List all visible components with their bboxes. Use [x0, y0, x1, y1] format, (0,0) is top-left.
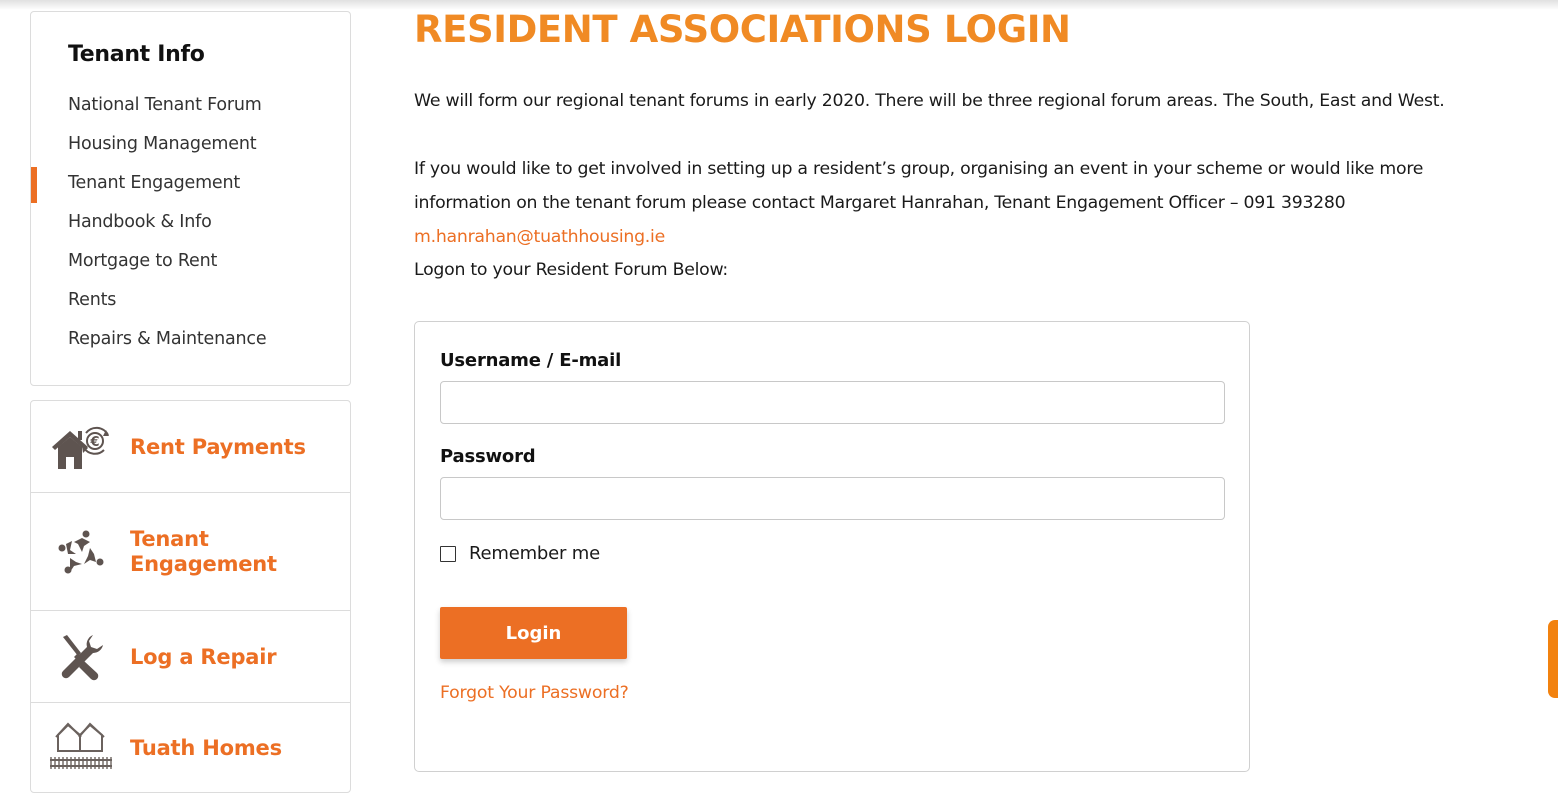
- quick-link-label-line1: Tenant: [130, 527, 209, 551]
- nav-item-repairs-maintenance[interactable]: Repairs & Maintenance: [31, 324, 350, 363]
- contact-text: If you would like to get involved in set…: [414, 159, 1424, 213]
- nav-title: Tenant Info: [68, 42, 205, 67]
- username-input[interactable]: [440, 381, 1225, 424]
- quick-link-tenant-engagement[interactable]: Tenant Engagement: [31, 493, 350, 611]
- house-euro-icon: €: [47, 419, 115, 475]
- quick-link-label: Tenant Engagement: [130, 527, 277, 577]
- password-label: Password: [440, 446, 536, 467]
- nav-item-national-tenant-forum[interactable]: National Tenant Forum: [31, 90, 350, 129]
- contact-paragraph: If you would like to get involved in set…: [414, 152, 1524, 254]
- header-shadow: [0, 0, 1558, 10]
- login-button[interactable]: Login: [440, 607, 627, 659]
- nav-item-rents[interactable]: Rents: [31, 285, 350, 324]
- nav-item-mortgage-to-rent[interactable]: Mortgage to Rent: [31, 246, 350, 285]
- nav-item-housing-management[interactable]: Housing Management: [31, 129, 350, 168]
- page-title: RESIDENT ASSOCIATIONS LOGIN: [414, 8, 1071, 51]
- username-label: Username / E-mail: [440, 350, 622, 371]
- quick-link-label-line2: Engagement: [130, 552, 277, 576]
- quick-link-rent-payments[interactable]: € Rent Payments: [31, 401, 350, 493]
- quick-link-log-a-repair[interactable]: Log a Repair: [31, 611, 350, 703]
- remember-me-toggle[interactable]: Remember me: [440, 543, 600, 564]
- quick-links: € Rent Payments Tenant Engagement Log a …: [30, 400, 351, 793]
- quick-link-label: Tuath Homes: [130, 736, 282, 760]
- houses-fence-icon: [47, 719, 115, 775]
- side-feedback-tab[interactable]: [1548, 620, 1558, 698]
- contact-email-link[interactable]: m.hanrahan@tuathhousing.ie: [414, 227, 665, 247]
- people-group-icon: [47, 524, 115, 580]
- quick-link-label: Rent Payments: [130, 435, 306, 459]
- wrench-screwdriver-icon: [47, 629, 115, 685]
- remember-me-label: Remember me: [469, 543, 600, 564]
- logon-prompt: Logon to your Resident Forum Below:: [414, 260, 728, 280]
- svg-text:€: €: [89, 435, 99, 450]
- nav-list: National Tenant Forum Housing Management…: [31, 90, 350, 363]
- tenant-info-nav: Tenant Info National Tenant Forum Housin…: [30, 11, 351, 386]
- nav-item-handbook-info[interactable]: Handbook & Info: [31, 207, 350, 246]
- forgot-password-link[interactable]: Forgot Your Password?: [440, 683, 629, 703]
- nav-item-tenant-engagement[interactable]: Tenant Engagement: [31, 167, 350, 207]
- password-input[interactable]: [440, 477, 1225, 520]
- remember-me-checkbox[interactable]: [440, 545, 456, 562]
- quick-link-label: Log a Repair: [130, 645, 277, 669]
- intro-paragraph: We will form our regional tenant forums …: [414, 91, 1445, 111]
- quick-link-tuath-homes[interactable]: Tuath Homes: [31, 703, 350, 794]
- login-form: Username / E-mail Password Remember me L…: [414, 321, 1250, 772]
